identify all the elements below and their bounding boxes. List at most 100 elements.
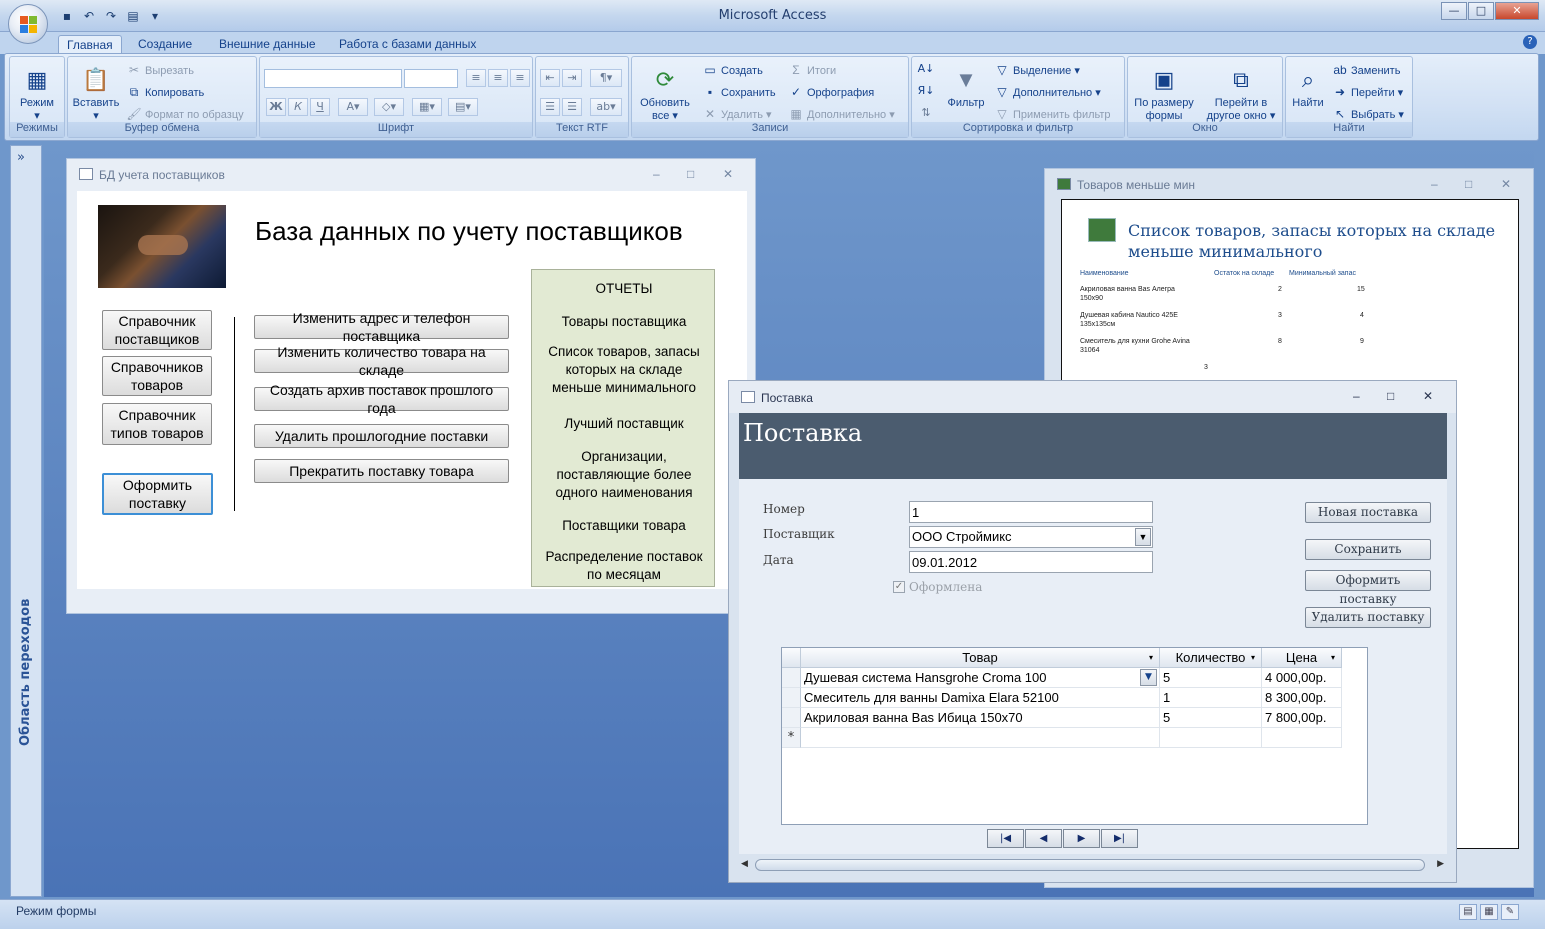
- chevron-down-icon[interactable]: ▼: [1135, 528, 1151, 546]
- close-icon[interactable]: ✕: [723, 167, 733, 181]
- font-color-icon[interactable]: A▾: [338, 98, 368, 116]
- grid-cell-qty[interactable]: 5: [1160, 708, 1262, 728]
- sort-asc-icon[interactable]: A↓: [916, 61, 936, 79]
- highlight-icon[interactable]: ab▾: [590, 98, 622, 116]
- report-supplier-products[interactable]: Товары поставщика: [532, 313, 716, 331]
- font-size-combo[interactable]: [404, 69, 458, 88]
- minimize-icon[interactable]: –: [653, 167, 660, 181]
- report-best-supplier[interactable]: Лучший поставщик: [532, 415, 716, 433]
- tab-home[interactable]: Главная: [58, 35, 122, 54]
- date-field[interactable]: [909, 551, 1153, 573]
- grid-cell-qty[interactable]: [1160, 728, 1262, 748]
- minimize-icon[interactable]: —: [1441, 2, 1467, 20]
- design-view-icon[interactable]: ✎: [1501, 904, 1519, 920]
- grid-cell-qty[interactable]: 1: [1160, 688, 1262, 708]
- toggle-filter-button[interactable]: ▽ Применить фильтр: [994, 106, 1110, 122]
- maximize-icon[interactable]: □: [1387, 389, 1394, 403]
- product-types-directory-button[interactable]: Справочник типов товаров: [102, 403, 212, 445]
- indent-increase-icon[interactable]: ⇥: [562, 69, 582, 87]
- first-record-icon[interactable]: |◀: [987, 829, 1024, 848]
- scroll-thumb[interactable]: [755, 859, 1425, 871]
- minimize-icon[interactable]: –: [1431, 177, 1438, 191]
- new-row-selector[interactable]: *: [782, 728, 801, 748]
- make-delivery-button[interactable]: Оформить поставку: [102, 473, 213, 515]
- align-right-icon[interactable]: ≡: [510, 69, 530, 87]
- row-selector[interactable]: [782, 708, 801, 728]
- supplier-combo[interactable]: ООО Строймикс ▼: [909, 526, 1153, 548]
- align-left-icon[interactable]: ≡: [466, 69, 486, 87]
- change-address-button[interactable]: Изменить адрес и телефон поставщика: [254, 310, 509, 344]
- sort-dropdown-icon[interactable]: ▾: [1331, 648, 1335, 667]
- help-icon[interactable]: ?: [1523, 35, 1537, 49]
- make-delivery-button[interactable]: Оформить поставку: [1305, 570, 1431, 606]
- align-center-icon[interactable]: ≡: [488, 69, 508, 87]
- chevron-down-icon[interactable]: ▼: [1140, 669, 1157, 686]
- underline-icon[interactable]: Ч: [310, 98, 330, 116]
- font-name-combo[interactable]: [264, 69, 402, 88]
- grid-cell-product[interactable]: Душевая система Hansgrohe Croma 100: [801, 668, 1160, 688]
- report-product-suppliers[interactable]: Поставщики товара: [532, 517, 716, 535]
- totals-button[interactable]: Σ Итоги: [788, 62, 836, 78]
- find-button[interactable]: ⌕ Найти: [1288, 63, 1328, 110]
- select-all-corner[interactable]: [782, 648, 801, 668]
- grid-cell-price[interactable]: 7 800,00р.: [1262, 708, 1342, 728]
- report-monthly-distribution[interactable]: Распределение поставок по месяцам: [532, 548, 716, 584]
- sort-desc-icon[interactable]: Я↓: [916, 83, 936, 101]
- number-field[interactable]: [909, 501, 1153, 523]
- office-button[interactable]: [8, 4, 48, 44]
- switch-windows-button[interactable]: ⧉ Перейти в другое окно ▾: [1202, 63, 1280, 123]
- cut-button[interactable]: ✂ Вырезать: [126, 62, 194, 78]
- filter-button[interactable]: ▼ Фильтр: [942, 63, 990, 110]
- more-records-button[interactable]: ▦ Дополнительно ▾: [788, 106, 894, 122]
- done-checkbox[interactable]: ✓: [893, 581, 905, 593]
- grid-cell-product[interactable]: [801, 728, 1160, 748]
- advanced-filter-button[interactable]: ▽ Дополнительно ▾: [994, 84, 1100, 100]
- row-selector[interactable]: [782, 668, 801, 688]
- save-record-button[interactable]: ▪ Сохранить: [702, 84, 776, 100]
- row-selector[interactable]: [782, 688, 801, 708]
- close-icon[interactable]: ✕: [1501, 177, 1511, 191]
- maximize-icon[interactable]: □: [687, 167, 694, 181]
- scroll-right-icon[interactable]: ▶: [1437, 859, 1444, 869]
- suppliers-directory-button[interactable]: Справочник поставщиков: [102, 310, 212, 350]
- gridlines-icon[interactable]: ▦▾: [412, 98, 442, 116]
- stop-supply-button[interactable]: Прекратить поставку товара: [254, 459, 509, 483]
- grid-header-price[interactable]: Цена ▾: [1262, 648, 1342, 668]
- selection-button[interactable]: ▽ Выделение ▾: [994, 62, 1080, 78]
- grid-header-qty[interactable]: Количество ▾: [1160, 648, 1262, 668]
- paragraph-icon[interactable]: ¶▾: [590, 69, 622, 87]
- sort-dropdown-icon[interactable]: ▾: [1149, 648, 1153, 667]
- grid-cell-product[interactable]: Акриловая ванна Bas Ибица 150х70: [801, 708, 1160, 728]
- sort-dropdown-icon[interactable]: ▾: [1251, 648, 1255, 667]
- minimize-icon[interactable]: –: [1353, 389, 1360, 403]
- new-delivery-button[interactable]: Новая поставка: [1305, 502, 1431, 523]
- close-icon[interactable]: ✕: [1423, 389, 1433, 403]
- horizontal-scrollbar[interactable]: ◀ ▶: [741, 857, 1444, 873]
- delete-record-button[interactable]: ✕ Удалить ▾: [702, 106, 772, 122]
- form-view-icon[interactable]: ▤: [1459, 904, 1477, 920]
- change-stock-button[interactable]: Изменить количество товара на складе: [254, 344, 509, 378]
- scroll-left-icon[interactable]: ◀: [741, 859, 748, 869]
- replace-button[interactable]: ab Заменить: [1332, 62, 1400, 78]
- italic-icon[interactable]: К: [288, 98, 308, 116]
- bold-icon[interactable]: Ж: [266, 98, 286, 116]
- grid-cell-price[interactable]: [1262, 728, 1342, 748]
- create-archive-button[interactable]: Создать архив поставок прошлого года: [254, 382, 509, 416]
- save-delivery-button[interactable]: Сохранить: [1305, 539, 1431, 560]
- select-button[interactable]: ↖ Выбрать ▾: [1332, 106, 1404, 122]
- spelling-button[interactable]: ✓ Орфография: [788, 84, 874, 100]
- prev-record-icon[interactable]: ◀: [1025, 829, 1062, 848]
- numbered-list-icon[interactable]: ☰: [540, 98, 560, 116]
- mode-button[interactable]: ▦ Режим ▾: [14, 63, 60, 123]
- tab-create[interactable]: Создание: [130, 35, 200, 54]
- report-multi-product-orgs[interactable]: Организации, поставляющие более одного н…: [532, 448, 716, 502]
- goto-button[interactable]: ➜ Перейти ▾: [1332, 84, 1403, 100]
- grid-cell-price[interactable]: 8 300,00р.: [1262, 688, 1342, 708]
- refresh-all-button[interactable]: ⟳ Обновить все ▾: [634, 63, 696, 123]
- grid-cell-product[interactable]: Смеситель для ванны Damixa Elara 52100: [801, 688, 1160, 708]
- indent-decrease-icon[interactable]: ⇤: [540, 69, 560, 87]
- tab-external-data[interactable]: Внешние данные: [211, 35, 324, 54]
- copy-button[interactable]: ⧉ Копировать: [126, 84, 205, 100]
- format-painter-button[interactable]: 🖌 Формат по образцу: [126, 106, 243, 122]
- nav-pane-label[interactable]: Область переходов: [18, 599, 33, 746]
